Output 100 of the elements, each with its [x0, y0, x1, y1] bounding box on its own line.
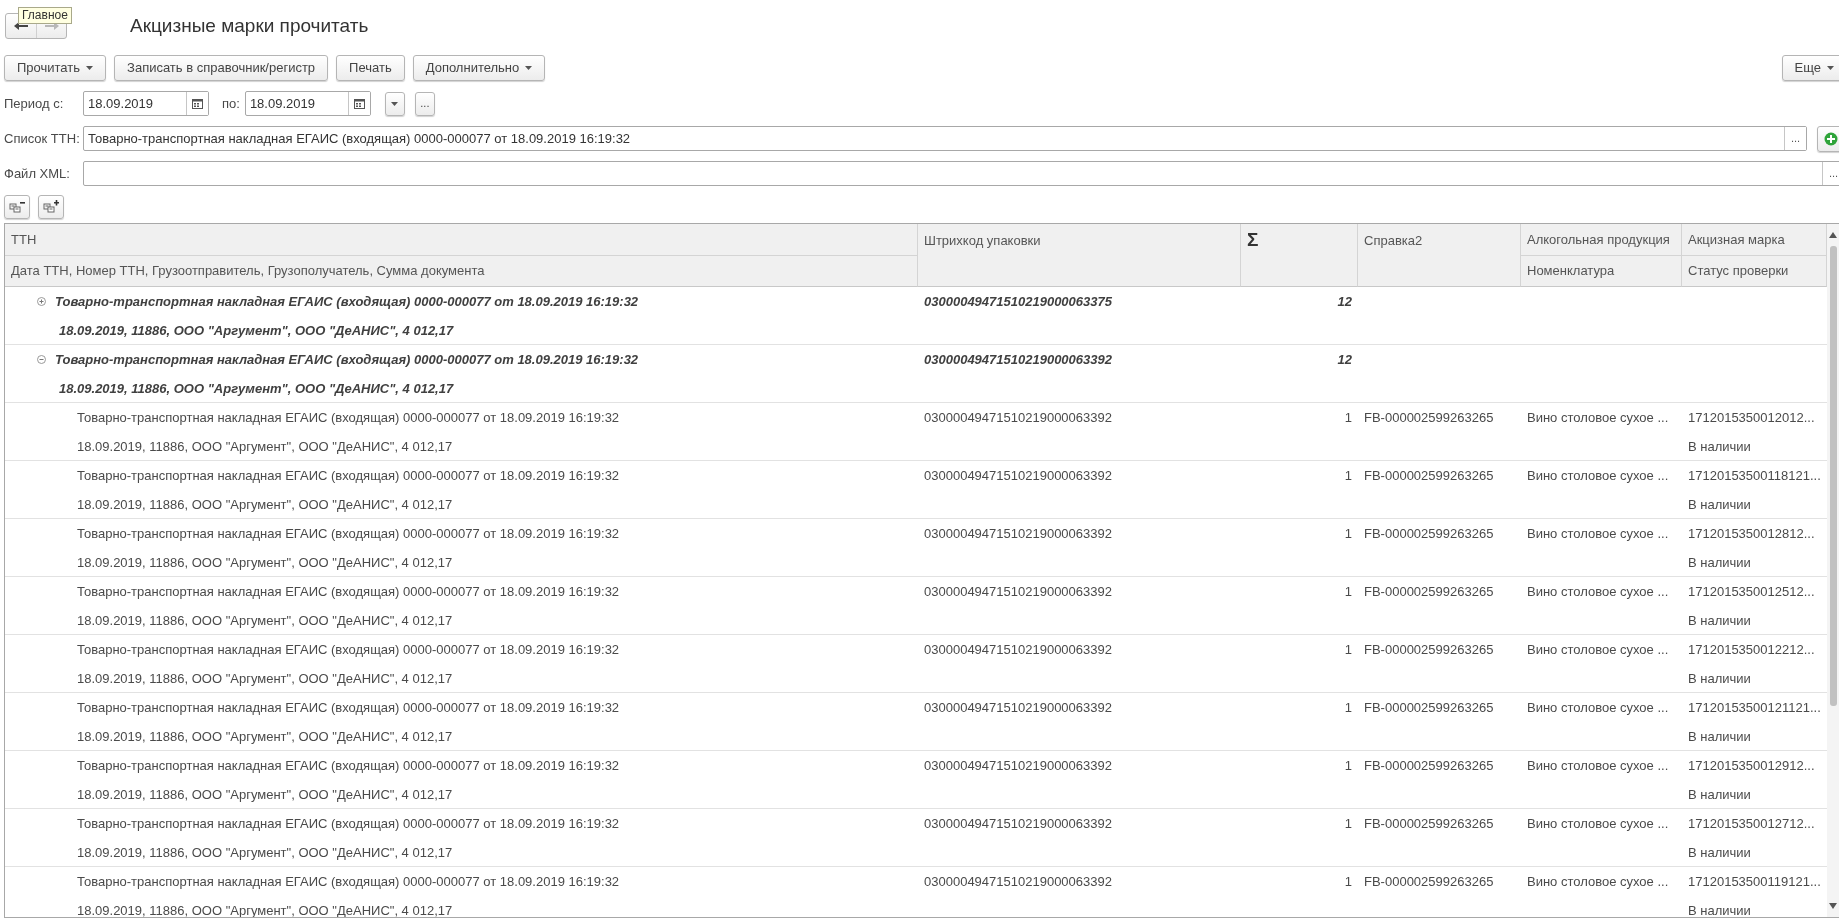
- column-header[interactable]: Акцизная марка: [1682, 224, 1826, 255]
- add-button[interactable]: [1817, 125, 1839, 152]
- quantity-text: 1: [1344, 582, 1352, 601]
- excise-mark-text: 1712015350012012...: [1688, 408, 1815, 427]
- date-input[interactable]: 18.09.2019: [84, 92, 186, 115]
- choice-button[interactable]: ...: [1784, 127, 1806, 150]
- ttn-list-field[interactable]: Товарно-транспортная накладная ЕГАИС (входящая) 0000-000077 от 18.09.2019 16:19:32 ...: [83, 126, 1807, 151]
- barcode-text: 03000049471510219000063392: [924, 640, 1112, 659]
- certificate-text: FB-000002599263265: [1364, 872, 1494, 891]
- certificate-text: FB-000002599263265: [1364, 698, 1494, 717]
- expand-icon[interactable]: [37, 297, 46, 306]
- caret-icon: [86, 66, 94, 70]
- product-text: Вино столовое сухое ...: [1527, 524, 1669, 543]
- ttn-details-text: 18.09.2019, 11886, ООО "Аргумент", ООО "ДеАНИС", 4 012,17: [77, 611, 453, 630]
- product-text: Вино столовое сухое ...: [1527, 698, 1669, 717]
- check-status-text: В наличии: [1688, 669, 1751, 688]
- date-field[interactable]: 18.09.2019: [83, 91, 209, 116]
- excise-mark-text: 1712015350012812...: [1688, 524, 1815, 543]
- ttn-details-text: 18.09.2019, 11886, ООО "Аргумент", ООО "ДеАНИС", 4 012,17: [59, 321, 454, 340]
- barcode-text: 03000049471510219000063392: [924, 582, 1112, 601]
- column-header[interactable]: Статус проверки: [1682, 255, 1826, 286]
- forward-arrow-icon: [43, 21, 60, 31]
- product-text: Вино столовое сухое ...: [1527, 582, 1669, 601]
- barcode-text: 03000049471510219000063392: [924, 698, 1112, 717]
- ttn-details-text: 18.09.2019, 11886, ООО "Аргумент", ООО "ДеАНИС", 4 012,17: [77, 843, 453, 862]
- ttn-text: Товарно-транспортная накладная ЕГАИС (входящая) 0000-000077 от 18.09.2019 16:19:32: [77, 756, 620, 775]
- calendar-icon: [192, 98, 203, 109]
- certificate-text: FB-000002599263265: [1364, 640, 1494, 659]
- quantity-text: 1: [1344, 640, 1352, 659]
- field-label: Список ТТН:: [4, 129, 81, 148]
- check-status-text: В наличии: [1688, 553, 1751, 572]
- scroll-up-icon[interactable]: [1829, 232, 1837, 238]
- field-label: Период с:: [4, 94, 65, 113]
- xml-file-field[interactable]: ...: [83, 161, 1839, 186]
- plus-icon: [1824, 131, 1838, 146]
- product-text: Вино столовое сухое ...: [1527, 814, 1669, 833]
- table-row[interactable]: Товарно-транспортная накладная ЕГАИС (входящая) 0000-000077 от 18.09.2019 16:19:32 18.09.2019, 11886, ООО "Аргумент", ООО "ДеАНИС", 4 012,17 03000049471510219000063392 12: [5, 345, 1827, 403]
- date-field[interactable]: 18.09.2019: [244, 91, 371, 116]
- product-text: Вино столовое сухое ...: [1527, 756, 1669, 775]
- ttn-details-text: 18.09.2019, 11886, ООО "Аргумент", ООО "ДеАНИС", 4 012,17: [77, 669, 453, 688]
- toolbar-button[interactable]: Записать в справочник/регистр: [114, 55, 329, 81]
- ttn-text: Товарно-транспортная накладная ЕГАИС (входящая) 0000-000077 от 18.09.2019 16:19:32: [77, 524, 620, 543]
- toolbar-button[interactable]: Дополнительно: [412, 55, 546, 81]
- barcode-text: 03000049471510219000063392: [924, 408, 1112, 427]
- column-header[interactable]: ТТН: [5, 224, 917, 255]
- column-header[interactable]: Штрихкод упаковки: [918, 224, 1240, 286]
- barcode-text: 03000049471510219000063392: [924, 466, 1112, 485]
- check-status-text: В наличии: [1688, 785, 1751, 804]
- check-status-text: В наличии: [1688, 437, 1751, 456]
- ttn-text: Товарно-транспортная накладная ЕГАИС (входящая) 0000-000077 от 18.09.2019 16:19:32: [77, 640, 620, 659]
- excise-mark-text: 1712015350012512...: [1688, 582, 1815, 601]
- barcode-text: 03000049471510219000063392: [924, 872, 1112, 891]
- scroll-down-icon[interactable]: [1829, 903, 1837, 909]
- date-input[interactable]: 18.09.2019: [245, 92, 348, 115]
- excise-mark-text: 17120153500121121...: [1688, 698, 1821, 717]
- certificate-text: FB-000002599263265: [1364, 408, 1494, 427]
- period-choice-button[interactable]: ...: [414, 91, 435, 116]
- ttn-text: Товарно-транспортная накладная ЕГАИС (входящая) 0000-000077 от 18.09.2019 16:19:32: [55, 292, 639, 311]
- barcode-text: 03000049471510219000063392: [924, 524, 1112, 543]
- quantity-text: 1: [1344, 524, 1352, 543]
- check-status-text: В наличии: [1688, 611, 1751, 630]
- caret-icon: [391, 101, 399, 106]
- collapse-icon[interactable]: [37, 355, 46, 364]
- period-dropdown-button[interactable]: [384, 91, 405, 116]
- toolbar-button[interactable]: Прочитать: [4, 55, 107, 81]
- quantity-text: 1: [1344, 814, 1352, 833]
- ttn-list-input[interactable]: Товарно-транспортная накладная ЕГАИС (входящая) 0000-000077 от 18.09.2019 16:19:32: [84, 127, 1784, 150]
- choice-button[interactable]: ...: [1822, 162, 1839, 185]
- column-header[interactable]: Σ: [1241, 224, 1357, 286]
- quantity-text: 1: [1344, 756, 1352, 775]
- scroll-thumb[interactable]: [1829, 246, 1837, 706]
- toolbar-button[interactable]: Печать: [336, 55, 405, 81]
- product-text: Вино столовое сухое ...: [1527, 466, 1669, 485]
- column-header[interactable]: Дата ТТН, Номер ТТН, Грузоотправитель, Грузополучатель, Сумма документа: [5, 255, 917, 286]
- calendar-button[interactable]: [186, 92, 208, 115]
- certificate-text: FB-000002599263265: [1364, 582, 1494, 601]
- column-header[interactable]: Номенклатура: [1521, 255, 1681, 286]
- column-header[interactable]: Алкогольная продукция: [1521, 224, 1681, 255]
- collapse-all-button[interactable]: [4, 195, 30, 219]
- certificate-text: FB-000002599263265: [1364, 814, 1494, 833]
- ttn-details-text: 18.09.2019, 11886, ООО "Аргумент", ООО "ДеАНИС", 4 012,17: [77, 901, 453, 917]
- quantity-text: 1: [1344, 872, 1352, 891]
- quantity-text: 1: [1344, 698, 1352, 717]
- window-title: Акцизные марки прочитать: [130, 13, 369, 38]
- more-button[interactable]: Еще: [1781, 55, 1839, 81]
- check-status-text: В наличии: [1688, 901, 1751, 917]
- tree-toggle-icon: [9, 200, 25, 214]
- field-label: Файл XML:: [4, 164, 71, 183]
- ttn-text: Товарно-транспортная накладная ЕГАИС (входящая) 0000-000077 от 18.09.2019 16:19:32: [77, 698, 620, 717]
- barcode-text: 03000049471510219000063392: [924, 756, 1112, 775]
- ttn-text: Товарно-транспортная накладная ЕГАИС (входящая) 0000-000077 от 18.09.2019 16:19:32: [77, 814, 620, 833]
- check-status-text: В наличии: [1688, 843, 1751, 862]
- calendar-icon: [353, 98, 365, 109]
- calendar-button[interactable]: [347, 92, 370, 115]
- expand-all-button[interactable]: [38, 195, 64, 219]
- scrollbar[interactable]: [1827, 224, 1839, 917]
- column-header[interactable]: Справка2: [1358, 224, 1520, 286]
- check-status-text: В наличии: [1688, 727, 1751, 746]
- table-row[interactable]: Товарно-транспортная накладная ЕГАИС (входящая) 0000-000077 от 18.09.2019 16:19:32 18.09.2019, 11886, ООО "Аргумент", ООО "ДеАНИС", 4 012,17 03000049471510219000063375 12: [5, 287, 1827, 345]
- quantity-text: 1: [1344, 408, 1352, 427]
